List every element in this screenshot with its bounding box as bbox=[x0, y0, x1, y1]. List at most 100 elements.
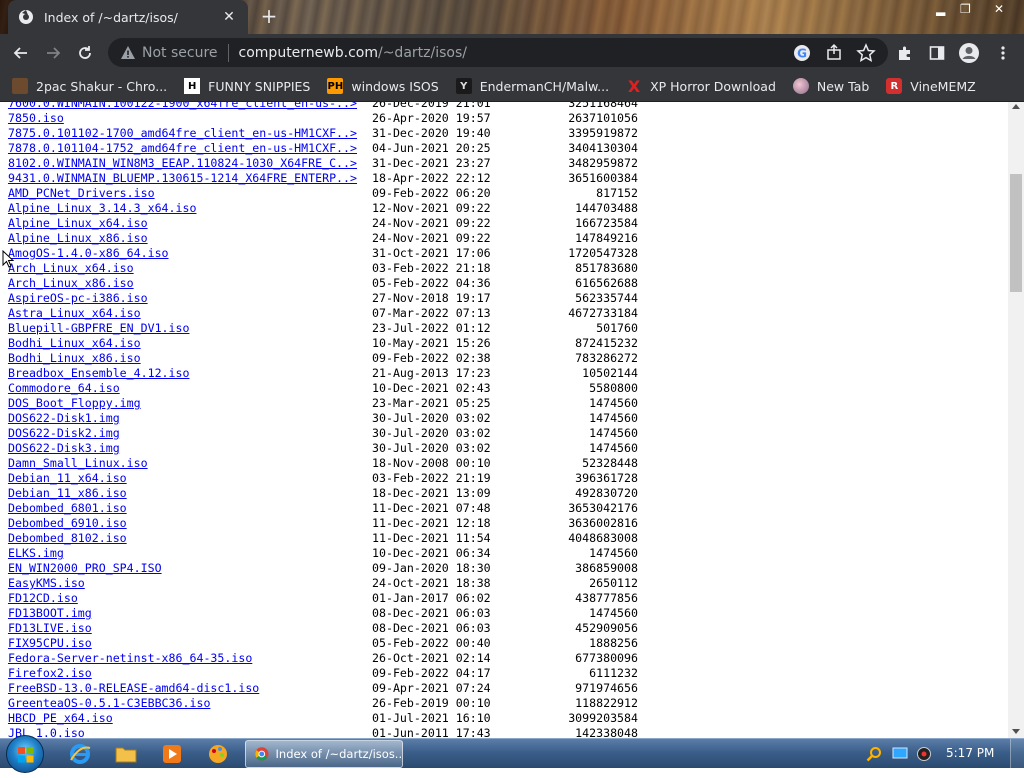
file-link[interactable]: HBCD_PE_x64.iso bbox=[8, 711, 113, 726]
file-size: 3395919872 bbox=[568, 126, 638, 140]
file-link[interactable]: Arch_Linux_x86.iso bbox=[8, 276, 134, 291]
file-link[interactable]: EasyKMS.iso bbox=[8, 576, 85, 591]
file-link[interactable]: Debian_11_x86.iso bbox=[8, 486, 127, 501]
bookmark-endermanch[interactable]: Y EndermanCH/Malw... bbox=[455, 78, 609, 94]
taskbar-explorer[interactable] bbox=[104, 741, 148, 767]
file-size: 1474560 bbox=[589, 411, 638, 425]
taskbar-media-player[interactable] bbox=[150, 741, 194, 767]
taskbar-ie[interactable] bbox=[58, 741, 102, 767]
table-row: 7875.0.101102-1700_amd64fre_client_en-us… bbox=[8, 126, 648, 141]
file-link[interactable]: 7850.iso bbox=[8, 111, 64, 126]
extensions-button[interactable] bbox=[892, 40, 918, 66]
scroll-up-arrow-icon[interactable] bbox=[1012, 104, 1020, 109]
file-link[interactable]: 7600.0.WINMAIN.100122-1900_x64fre_client… bbox=[8, 102, 357, 111]
file-link[interactable]: DOS_Boot_Floppy.img bbox=[8, 396, 141, 411]
file-link[interactable]: DOS622-Disk3.img bbox=[8, 441, 120, 456]
file-link[interactable]: Fedora-Server-netinst-x86_64-35.iso bbox=[8, 651, 252, 666]
file-link[interactable]: AspireOS-pc-i386.iso bbox=[8, 291, 148, 306]
show-desktop-button[interactable] bbox=[1010, 739, 1024, 769]
table-row: FD12CD.iso 01-Jan-2017 06:02 438777856 bbox=[8, 591, 648, 606]
file-link[interactable]: FD13LIVE.iso bbox=[8, 621, 92, 636]
file-size: 452909056 bbox=[575, 621, 638, 635]
file-link[interactable]: FreeBSD-13.0-RELEASE-amd64-disc1.iso bbox=[8, 681, 259, 696]
taskbar-paint[interactable] bbox=[196, 741, 240, 767]
profile-button[interactable] bbox=[956, 40, 982, 66]
file-size: 52328448 bbox=[582, 456, 638, 470]
table-row: Debian_11_x64.iso 03-Feb-2022 21:19 396361… bbox=[8, 471, 648, 486]
vertical-scrollbar[interactable] bbox=[1008, 102, 1024, 738]
file-link[interactable]: Bodhi_Linux_x86.iso bbox=[8, 351, 141, 366]
file-link[interactable]: 7875.0.101102-1700_amd64fre_client_en-us… bbox=[8, 126, 357, 141]
maximize-button[interactable]: ❐ bbox=[960, 2, 971, 16]
file-link[interactable]: Alpine_Linux_3.14.3_x64.iso bbox=[8, 201, 196, 216]
file-link[interactable]: Breadbox_Ensemble_4.12.iso bbox=[8, 366, 189, 381]
file-link[interactable]: 8102.0.WINMAIN_WIN8M3_EEAP.110824-1030_X… bbox=[8, 156, 357, 171]
minimize-button[interactable]: ▂ bbox=[936, 2, 945, 16]
bookmark-funny-snippies[interactable]: H FUNNY SNIPPIES bbox=[184, 78, 310, 94]
file-date: 26-Oct-2021 02:14 bbox=[372, 651, 491, 665]
file-link[interactable]: FIX95CPU.iso bbox=[8, 636, 92, 651]
file-link[interactable]: Alpine_Linux_x86.iso bbox=[8, 231, 148, 246]
file-link[interactable]: Damn_Small_Linux.iso bbox=[8, 456, 148, 471]
file-date: 01-Jul-2021 16:10 bbox=[372, 711, 491, 725]
bookmark-windows-isos[interactable]: PH windows ISOS bbox=[327, 78, 439, 94]
bookmark-xp-horror[interactable]: X XP Horror Download bbox=[626, 77, 776, 96]
file-link[interactable]: Debombed_6801.iso bbox=[8, 501, 127, 516]
close-window-button[interactable]: ✕ bbox=[994, 2, 1004, 16]
volume-tray-icon[interactable] bbox=[916, 746, 932, 762]
file-size: 562335744 bbox=[575, 291, 638, 305]
menu-button[interactable] bbox=[990, 40, 1016, 66]
file-link[interactable]: DOS622-Disk1.img bbox=[8, 411, 120, 426]
file-link[interactable]: DOS622-Disk2.img bbox=[8, 426, 120, 441]
file-link[interactable]: 9431.0.WINMAIN_BLUEMP.130615-1214_X64FRE… bbox=[8, 171, 357, 186]
taskbar-clock[interactable]: 5:17 PM bbox=[946, 746, 994, 760]
search-tray-icon[interactable] bbox=[866, 746, 882, 762]
file-link[interactable]: EN_WIN2000_PRO_SP4.ISO bbox=[8, 561, 162, 576]
file-link[interactable]: Alpine_Linux_x64.iso bbox=[8, 216, 148, 231]
table-row: Firefox2.iso 09-Feb-2022 04:17 6111232 bbox=[8, 666, 648, 681]
taskbar-chrome-window[interactable]: Index of /~dartz/isos... bbox=[245, 740, 403, 768]
file-size: 142338048 bbox=[575, 726, 638, 738]
new-tab-button[interactable]: + bbox=[258, 6, 280, 28]
file-link[interactable]: 7878.0.101104-1752_amd64fre_client_en-us… bbox=[8, 141, 357, 156]
file-link[interactable]: GreenteaOS-0.5.1-C3EBBC36.iso bbox=[8, 696, 210, 711]
file-link[interactable]: Arch_Linux_x64.iso bbox=[8, 261, 134, 276]
back-button[interactable] bbox=[8, 40, 34, 66]
reload-button[interactable] bbox=[72, 40, 98, 66]
google-lens-icon[interactable]: G bbox=[792, 43, 812, 63]
file-link[interactable]: Firefox2.iso bbox=[8, 666, 92, 681]
file-link[interactable]: Commodore_64.iso bbox=[8, 381, 120, 396]
file-link[interactable]: Bodhi_Linux_x64.iso bbox=[8, 336, 141, 351]
bookmark-vinememz[interactable]: R VineMEMZ bbox=[886, 78, 976, 94]
scrollbar-thumb[interactable] bbox=[1010, 174, 1022, 292]
file-link[interactable]: FD12CD.iso bbox=[8, 591, 78, 606]
file-link[interactable]: Debombed_6910.iso bbox=[8, 516, 127, 531]
security-label[interactable]: Not secure bbox=[142, 45, 218, 61]
table-row: JBL_1.0.iso 01-Jun-2011 17:43 142338048 bbox=[8, 726, 648, 738]
tab-active[interactable]: Index of /~dartz/isos/ ✕ bbox=[8, 0, 248, 34]
bookmark-new-tab[interactable]: New Tab bbox=[792, 78, 869, 94]
forward-button[interactable] bbox=[40, 40, 66, 66]
file-link[interactable]: ELKS.img bbox=[8, 546, 64, 561]
share-icon[interactable] bbox=[824, 43, 844, 63]
table-row: HBCD_PE_x64.iso 01-Jul-2021 16:10 30992035… bbox=[8, 711, 648, 726]
file-link[interactable]: AmogOS-1.4.0-x86_64.iso bbox=[8, 246, 169, 261]
file-link[interactable]: Debian_11_x64.iso bbox=[8, 471, 127, 486]
tab-close-icon[interactable]: ✕ bbox=[220, 9, 238, 25]
file-size: 1474560 bbox=[589, 441, 638, 455]
file-link[interactable]: FD13BOOT.img bbox=[8, 606, 92, 621]
address-bar[interactable]: Not secure computernewb.com/~dartz/isos/… bbox=[108, 38, 888, 67]
file-link[interactable]: AMD_PCNet_Drivers.iso bbox=[8, 186, 155, 201]
bookmark-2pac[interactable]: 2pac Shakur - Chro... bbox=[12, 78, 167, 94]
file-listing: 7600.0.WINMAIN.100122-1900_x64fre_client… bbox=[8, 102, 648, 738]
side-panel-button[interactable] bbox=[924, 40, 950, 66]
network-tray-icon[interactable] bbox=[892, 747, 908, 761]
file-date: 08-Dec-2021 06:03 bbox=[372, 621, 491, 635]
file-link[interactable]: Debombed_8102.iso bbox=[8, 531, 127, 546]
start-button[interactable] bbox=[6, 735, 44, 773]
folder-icon bbox=[115, 747, 137, 763]
file-link[interactable]: Astra_Linux_x64.iso bbox=[8, 306, 141, 321]
file-link[interactable]: Bluepill-GBPFRE_EN_DV1.iso bbox=[8, 321, 189, 336]
bookmark-star-icon[interactable] bbox=[856, 43, 876, 63]
scroll-down-arrow-icon[interactable] bbox=[1012, 729, 1020, 734]
